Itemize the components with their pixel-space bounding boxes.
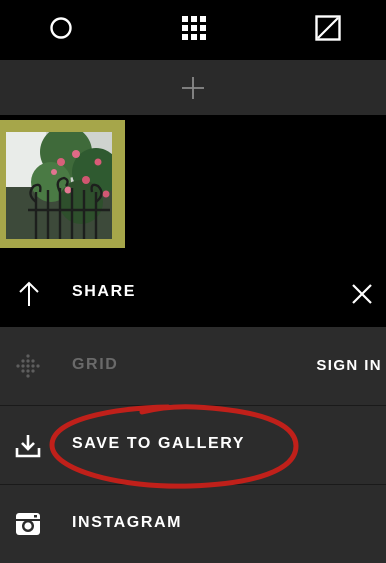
close-icon[interactable]: [351, 283, 373, 305]
grid-option[interactable]: GRID SIGN IN: [0, 327, 386, 405]
save-to-gallery-label: SAVE TO GALLERY: [72, 435, 246, 452]
sign-in-button[interactable]: SIGN IN: [316, 357, 382, 374]
instagram-icon: [16, 513, 40, 535]
photo-image: [6, 132, 112, 239]
circle-icon[interactable]: [45, 12, 77, 44]
top-toolbar: [0, 0, 386, 60]
grid-icon[interactable]: [178, 12, 210, 44]
instagram-option[interactable]: INSTAGRAM: [0, 485, 386, 563]
edit-square-icon[interactable]: [312, 12, 344, 44]
arrow-up-icon[interactable]: [17, 281, 41, 307]
instagram-label: INSTAGRAM: [72, 514, 183, 531]
photo-area: [0, 115, 386, 255]
photo-thumbnail[interactable]: [0, 120, 125, 248]
add-photo-bar[interactable]: [0, 60, 386, 115]
grid-dots-icon: [16, 354, 40, 378]
download-icon: [15, 435, 41, 458]
save-to-gallery-option[interactable]: SAVE TO GALLERY: [0, 406, 386, 484]
plus-icon: [182, 76, 204, 99]
grid-option-label: GRID: [72, 356, 119, 373]
share-title: SHARE: [72, 283, 137, 300]
share-header: SHARE: [0, 255, 386, 327]
